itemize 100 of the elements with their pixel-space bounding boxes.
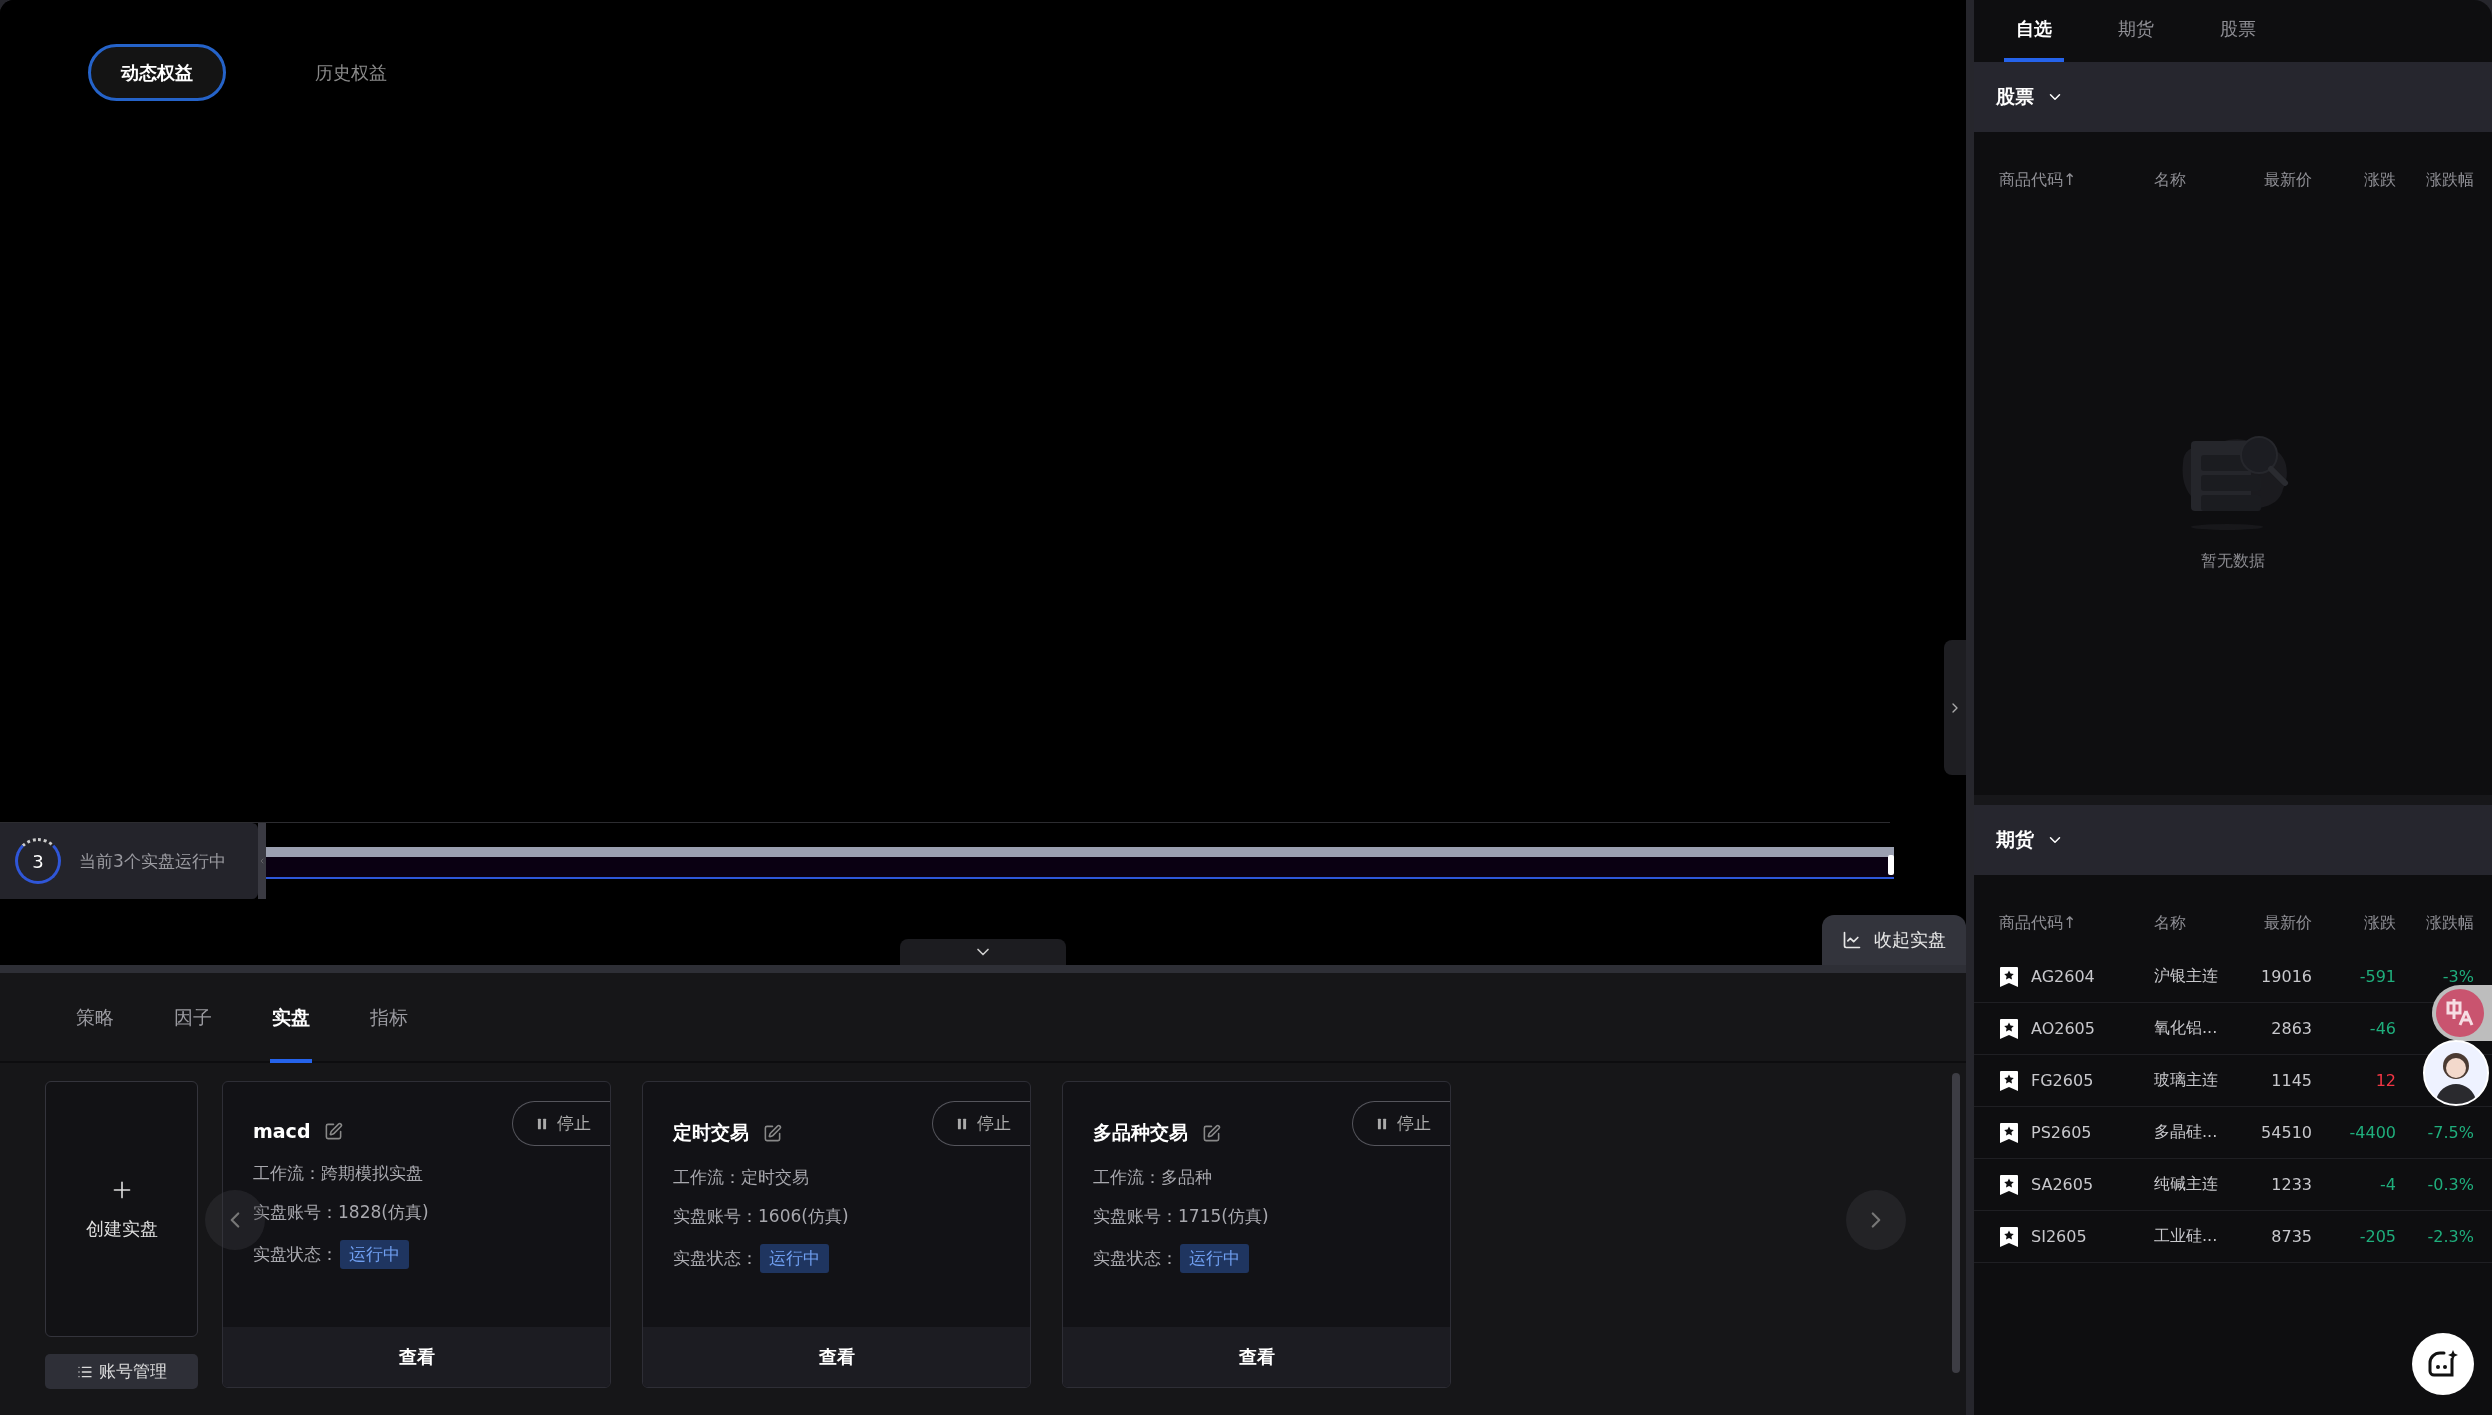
change-cell-text: -4: [2379, 1175, 2396, 1194]
code-cell: AG2604: [2031, 967, 2095, 986]
scrollbar[interactable]: [1952, 1073, 1960, 1373]
change-cell-text: -4400: [2348, 1123, 2396, 1142]
status-label: 实盘状态：: [673, 1247, 758, 1270]
column-header[interactable]: 涨跌: [2312, 912, 2396, 934]
name-cell-text: 氧化铝...: [2154, 1018, 2219, 1039]
status-tag: 运行中: [340, 1240, 409, 1269]
bookmark-star-icon[interactable]: [1999, 1121, 2019, 1144]
slider-grip[interactable]: [258, 823, 266, 899]
bookmark-star-icon[interactable]: [1999, 965, 2019, 988]
column-header[interactable]: 商品代码↑: [1999, 912, 2154, 934]
price-cell-text: 1233: [2270, 1175, 2312, 1194]
view-button[interactable]: 查看: [1063, 1327, 1450, 1387]
name-cell-text: 玻璃主连: [2154, 1070, 2219, 1091]
status-tag: 运行中: [1180, 1244, 1249, 1273]
watchlist-tab[interactable]: 期货: [2106, 0, 2166, 62]
bookmark-star-icon[interactable]: [1999, 1225, 2019, 1248]
percent-cell-text: -7.5%: [2426, 1123, 2474, 1142]
collapse-toggle[interactable]: [900, 939, 1066, 965]
code-cell: PS2605: [2031, 1123, 2092, 1142]
running-count: 3: [15, 838, 61, 884]
card-title: 定时交易: [673, 1120, 749, 1145]
name-cell-text: 沪银主连: [2154, 966, 2219, 987]
workflow-text: 工作流：跨期模拟实盘: [253, 1162, 424, 1185]
name-cell-text: 纯碱主连: [2154, 1174, 2219, 1195]
view-button[interactable]: 查看: [643, 1327, 1030, 1387]
account-text: 实盘账号：1715(仿真): [1093, 1205, 1270, 1228]
section-header[interactable]: 股票: [1974, 62, 2492, 132]
bot-icon: [2426, 1349, 2460, 1379]
column-header[interactable]: 最新价: [2234, 912, 2312, 934]
status-tag: 运行中: [760, 1244, 829, 1273]
price-cell-text: 2863: [2270, 1019, 2312, 1038]
percent-cell-text: -3%: [2441, 967, 2474, 986]
column-header[interactable]: 名称: [2154, 169, 2234, 191]
status-label: 实盘状态：: [1093, 1247, 1178, 1270]
account-text: 实盘账号：1828(仿真): [253, 1201, 430, 1224]
column-header[interactable]: 名称: [2154, 912, 2234, 934]
code-cell: SA2605: [2031, 1175, 2094, 1194]
view-button[interactable]: 查看: [223, 1327, 610, 1387]
price-cell-text: 1145: [2270, 1071, 2312, 1090]
timeline-slider[interactable]: [266, 847, 1894, 879]
column-header[interactable]: 商品代码↑: [1999, 169, 2154, 191]
edit-icon[interactable]: [763, 1123, 782, 1143]
workflow-text: 工作流：定时交易: [673, 1166, 810, 1189]
running-counter[interactable]: 3 当前3个实盘运行中: [0, 823, 258, 899]
panel-tab[interactable]: 指标: [368, 973, 410, 1063]
workflow-text: 工作流：多品种: [1093, 1166, 1213, 1189]
bookmark-star-icon[interactable]: [1999, 1069, 2019, 1092]
empty-text: 暂无数据: [2201, 551, 2265, 572]
panel-tab[interactable]: 策略: [74, 973, 116, 1063]
watchlist-tab[interactable]: 股票: [2208, 0, 2268, 62]
stop-button[interactable]: 停止: [932, 1101, 1030, 1146]
card-title: 多品种交易: [1093, 1120, 1188, 1145]
translate-icon: [2436, 989, 2484, 1037]
edit-icon[interactable]: [324, 1121, 344, 1141]
bookmark-star-icon[interactable]: [1999, 1173, 2019, 1196]
price-cell-text: 54510: [2260, 1123, 2312, 1142]
stop-button[interactable]: 停止: [1352, 1101, 1450, 1146]
translate-button[interactable]: [2432, 985, 2492, 1041]
create-card[interactable]: 创建实盘: [45, 1081, 198, 1337]
percent-cell-text: -0.3%: [2426, 1175, 2474, 1194]
column-header[interactable]: 涨跌幅: [2396, 912, 2474, 934]
edit-icon[interactable]: [1202, 1123, 1221, 1143]
collapse-button[interactable]: 收起实盘: [1822, 915, 1966, 965]
equity-tab[interactable]: 动态权益: [88, 44, 226, 101]
name-cell-text: 工业硅...: [2154, 1226, 2219, 1247]
code-cell: SI2605: [2031, 1227, 2087, 1246]
pause-icon: [1375, 1116, 1389, 1131]
code-cell: FG2605: [2031, 1071, 2094, 1090]
line-chart-icon: [1842, 930, 1862, 950]
column-header[interactable]: 涨跌幅: [2396, 169, 2474, 191]
running-status-text: 当前3个实盘运行中: [79, 849, 226, 873]
chevron-left-icon: [258, 856, 266, 866]
change-cell-text: -591: [2358, 967, 2396, 986]
card-title: macd: [253, 1120, 311, 1142]
name-cell-text: 多晶硅...: [2154, 1122, 2219, 1143]
percent-cell-text: -2.3%: [2426, 1227, 2474, 1246]
stop-button[interactable]: 停止: [512, 1101, 610, 1146]
create-label: 创建实盘: [85, 1217, 158, 1241]
price-cell-text: 19016: [2260, 967, 2312, 986]
column-header[interactable]: 涨跌: [2312, 169, 2396, 191]
pause-icon: [535, 1116, 549, 1131]
bookmark-star-icon[interactable]: [1999, 1017, 2019, 1040]
code-cell: AO2605: [2031, 1019, 2095, 1038]
slider-handle[interactable]: [1888, 855, 1894, 875]
panel-tab[interactable]: 实盘: [270, 973, 312, 1063]
change-cell-text: 12: [2374, 1071, 2396, 1090]
account-text: 实盘账号：1606(仿真): [673, 1205, 850, 1228]
price-cell-text: 8735: [2270, 1227, 2312, 1246]
equity-tab[interactable]: 历史权益: [282, 44, 420, 101]
account-button[interactable]: 账号管理: [45, 1354, 198, 1389]
slider-range[interactable]: [266, 847, 1894, 857]
pause-icon: [955, 1116, 969, 1131]
change-cell-text: -46: [2368, 1019, 2396, 1038]
panel-tab[interactable]: 因子: [172, 973, 214, 1063]
status-label: 实盘状态：: [253, 1243, 338, 1266]
section-header[interactable]: 期货: [1974, 805, 2492, 875]
column-header[interactable]: 最新价: [2234, 169, 2312, 191]
change-cell-text: -205: [2358, 1227, 2396, 1246]
